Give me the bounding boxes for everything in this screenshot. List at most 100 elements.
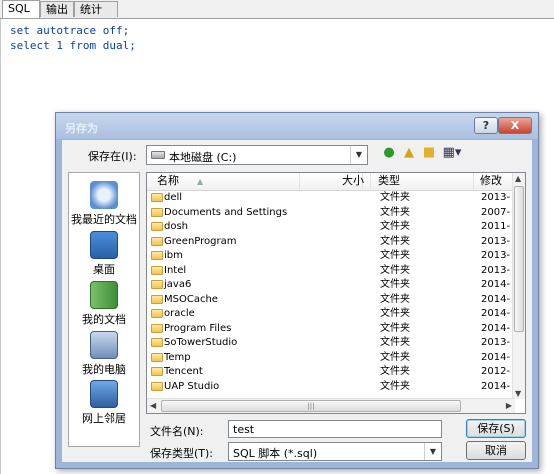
file-row[interactable]: Tencent 文件夹 2012-: [147, 365, 515, 380]
chevron-down-icon[interactable]: ▼: [424, 443, 441, 460]
file-type: 文件夹: [380, 380, 410, 392]
folder-icon: [151, 352, 163, 362]
file-name: Documents and Settings: [164, 206, 288, 218]
file-name: MSOCache: [164, 293, 218, 305]
chevron-down-icon[interactable]: ▼: [350, 146, 367, 164]
filename-input[interactable]: test: [228, 420, 442, 438]
file-name: dosh: [164, 221, 189, 232]
file-row[interactable]: dosh 文件夹 2011-: [147, 220, 515, 235]
desktop-icon: [90, 231, 118, 259]
save-as-dialog: 另存为 ? X 保存在(I): 本地磁盘 (C:) ▼ ● ▲ ■ ▦▾ 我最近…: [55, 112, 539, 469]
file-type: 文件夹: [380, 308, 410, 319]
file-row[interactable]: oracle 文件夹 2014-: [147, 307, 515, 322]
folder-icon: [151, 381, 163, 391]
save-button[interactable]: 保存(S): [466, 419, 526, 438]
file-row[interactable]: dell 文件夹 2013-: [147, 191, 515, 206]
file-row[interactable]: UAP Studio 文件夹 2014-: [147, 380, 515, 395]
folder-icon: [151, 280, 163, 289]
file-type: 文件夹: [380, 293, 410, 305]
file-type: 文件夹: [380, 279, 410, 290]
file-row[interactable]: Documents and Settings 文件夹 2007-: [147, 206, 515, 221]
file-type: 文件夹: [380, 366, 410, 377]
filename-label: 文件名(N):: [150, 425, 204, 438]
file-row[interactable]: SoTowerStudio 文件夹 2013-: [147, 336, 515, 351]
tab-output[interactable]: 输出: [40, 1, 74, 17]
code-line-1: set autotrace off;: [10, 24, 130, 37]
save-in-label: 保存在(I):: [88, 150, 137, 163]
place-my-documents-label: 我的文档: [82, 313, 126, 326]
filetype-label: 保存类型(T):: [150, 447, 214, 460]
up-folder-icon[interactable]: ▲: [400, 144, 418, 162]
file-row[interactable]: java6 文件夹 2014-: [147, 278, 515, 293]
file-name: Tencent: [164, 366, 203, 377]
file-type: 文件夹: [380, 337, 410, 348]
save-in-combo[interactable]: 本地磁盘 (C:) ▼: [146, 145, 368, 165]
view-menu-icon[interactable]: ▦▾: [440, 144, 464, 162]
scroll-down-icon[interactable]: ▼: [515, 389, 521, 398]
column-name-label: 名称: [157, 174, 179, 187]
file-row[interactable]: Intel 文件夹 2013-: [147, 264, 515, 279]
scroll-right-icon[interactable]: ▶: [506, 401, 512, 410]
file-name: dell: [164, 192, 183, 203]
horizontal-scrollbar[interactable]: ◀ ||| ▶: [147, 398, 515, 413]
place-recent[interactable]: 我最近的文档: [69, 181, 139, 227]
my-documents-icon: [90, 281, 118, 309]
file-row[interactable]: MSOCache 文件夹 2014-: [147, 293, 515, 308]
file-row[interactable]: Program Files 文件夹 2014-: [147, 322, 515, 337]
file-modified: 2014-: [481, 308, 511, 319]
dialog-title-bar[interactable]: 另存为 ? X: [56, 113, 538, 139]
folder-icon: [151, 265, 163, 275]
filename-value: test: [233, 423, 255, 436]
new-folder-icon[interactable]: ■: [420, 144, 438, 162]
help-button[interactable]: ?: [474, 117, 498, 134]
tab-sql[interactable]: SQL: [2, 0, 40, 18]
horizontal-scroll-thumb[interactable]: |||: [161, 400, 461, 412]
folder-icon: [151, 323, 163, 333]
scroll-up-icon[interactable]: ▲: [515, 174, 521, 183]
place-desktop[interactable]: 桌面: [69, 231, 139, 277]
file-row[interactable]: ibm 文件夹 2013-: [147, 249, 515, 264]
vertical-scrollbar[interactable]: ▲ ▼: [512, 173, 525, 399]
file-type: 文件夹: [380, 221, 410, 232]
file-row[interactable]: Temp 文件夹 2014-: [147, 351, 515, 366]
file-modified: 2007-: [481, 206, 511, 218]
place-network[interactable]: 网上邻居: [69, 380, 139, 426]
place-my-documents[interactable]: 我的文档: [69, 281, 139, 327]
file-type: 文件夹: [380, 250, 410, 261]
file-modified: 2011-: [481, 221, 511, 232]
place-desktop-label: 桌面: [93, 263, 115, 276]
close-button[interactable]: X: [498, 117, 532, 134]
column-modified[interactable]: 修改: [474, 173, 515, 190]
file-type: 文件夹: [380, 322, 410, 334]
file-list[interactable]: 名称 ▲ 大小 类型 修改 dell 文件夹 2013- Documents and S…: [146, 172, 526, 414]
file-type: 文件夹: [380, 235, 410, 247]
folder-icon: [151, 294, 163, 304]
code-line-2: select 1 from dual;: [10, 39, 136, 52]
file-modified: 2014-: [481, 351, 511, 363]
cancel-button[interactable]: 取消: [466, 441, 526, 460]
file-type: 文件夹: [380, 192, 410, 203]
network-places-icon: [90, 380, 118, 408]
place-my-computer[interactable]: 我的电脑: [69, 331, 139, 377]
back-icon[interactable]: ●: [380, 144, 398, 162]
file-type: 文件夹: [380, 351, 410, 363]
file-modified: 2013-: [481, 235, 511, 247]
file-type: 文件夹: [380, 206, 410, 218]
file-name: Program Files: [164, 322, 232, 334]
file-modified: 2014-: [481, 380, 511, 392]
dialog-title: 另存为: [65, 122, 98, 135]
place-recent-label: 我最近的文档: [71, 213, 137, 226]
scroll-left-icon[interactable]: ◀: [150, 401, 156, 410]
folder-icon: [151, 309, 163, 318]
folder-icon: [151, 207, 163, 217]
filetype-select[interactable]: SQL 脚本 (*.sql) ▼: [228, 442, 442, 461]
file-name: Temp: [164, 351, 191, 363]
file-modified: 2013-: [481, 337, 511, 348]
vertical-scroll-thumb[interactable]: [514, 186, 524, 332]
tab-statistics[interactable]: 统计表: [74, 1, 118, 32]
column-size[interactable]: 大小: [299, 173, 371, 190]
file-modified: 2012-: [481, 366, 511, 377]
file-row[interactable]: GreenProgram 文件夹 2013-: [147, 235, 515, 250]
column-type[interactable]: 类型: [372, 173, 474, 190]
my-computer-icon: [90, 331, 118, 359]
